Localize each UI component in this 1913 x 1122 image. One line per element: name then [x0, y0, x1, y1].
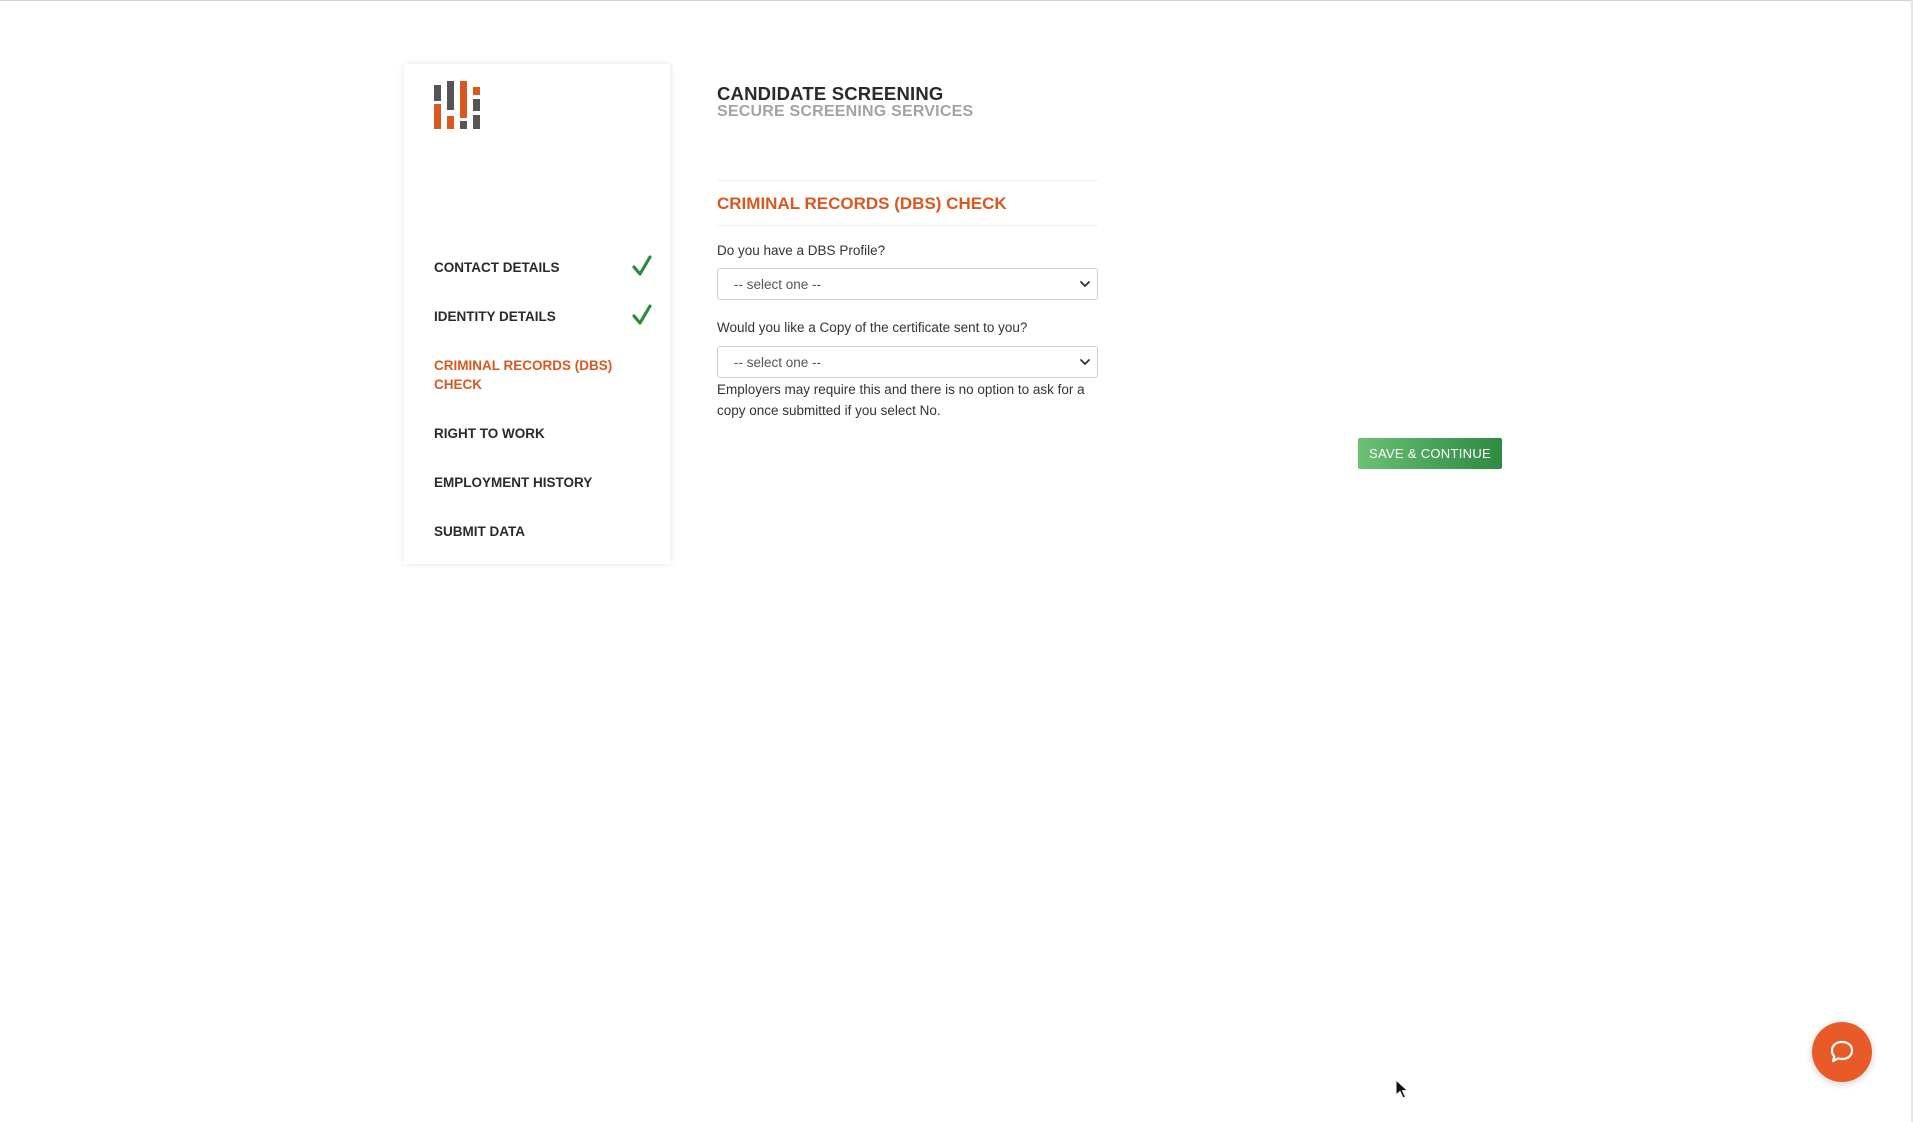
- certificate-copy-help-text: Employers may require this and there is …: [717, 382, 1085, 418]
- page-subtitle: SECURE SCREENING SERVICES: [717, 103, 974, 120]
- sidebar: CONTACT DETAILS IDENTITY DETAILS CRIMINA…: [404, 64, 670, 564]
- chevron-down-icon: [1080, 281, 1090, 287]
- sidebar-item-label: IDENTITY DETAILS: [434, 309, 556, 324]
- dbs-profile-label: Do you have a DBS Profile?: [717, 243, 886, 258]
- sidebar-item-contact-details[interactable]: CONTACT DETAILS: [434, 255, 652, 277]
- certificate-copy-select[interactable]: -- select one --: [717, 346, 1098, 378]
- page-header: CANDIDATE SCREENING SECURE SCREENING SER…: [717, 84, 973, 120]
- sidebar-item-employment-history[interactable]: EMPLOYMENT HISTORY: [434, 473, 592, 492]
- section-title: CRIMINAL RECORDS (DBS) CHECK: [717, 194, 1007, 213]
- dbs-profile-select[interactable]: -- select one --: [717, 268, 1098, 300]
- mouse-cursor-icon: [1395, 1079, 1409, 1099]
- sidebar-item-label: CRIMINAL RECORDS (DBS) CHECK: [434, 358, 613, 392]
- sidebar-item-submit-data[interactable]: SUBMIT DATA: [434, 522, 525, 541]
- sidebar-item-criminal-records-check[interactable]: CRIMINAL RECORDS (DBS) CHECK: [434, 356, 624, 394]
- top-border: [0, 0, 1913, 1]
- sidebar-item-label: RIGHT TO WORK: [434, 426, 545, 441]
- sidebar-item-identity-details[interactable]: IDENTITY DETAILS: [434, 304, 652, 326]
- sidebar-item-label: CONTACT DETAILS: [434, 260, 560, 275]
- chat-bubble-icon: [1830, 1040, 1854, 1063]
- dbs-profile-select-value: -- select one --: [734, 277, 822, 292]
- chevron-down-icon: [1080, 359, 1090, 365]
- sidebar-item-label: SUBMIT DATA: [434, 524, 525, 539]
- checkmark-icon: [632, 304, 652, 325]
- page-title: CANDIDATE SCREENING: [717, 83, 944, 104]
- sidebar-item-label: EMPLOYMENT HISTORY: [434, 475, 593, 490]
- section-header: CRIMINAL RECORDS (DBS) CHECK: [717, 180, 1098, 226]
- sidebar-item-right-to-work[interactable]: RIGHT TO WORK: [434, 424, 545, 443]
- certificate-copy-select-value: -- select one --: [734, 355, 822, 370]
- certificate-copy-label: Would you like a Copy of the certificate…: [717, 320, 1028, 335]
- chat-launcher-button[interactable]: [1812, 1022, 1872, 1082]
- save-continue-button[interactable]: SAVE & CONTINUE: [1358, 438, 1502, 469]
- logo-bars-icon: [434, 81, 480, 129]
- checkmark-icon: [632, 255, 652, 276]
